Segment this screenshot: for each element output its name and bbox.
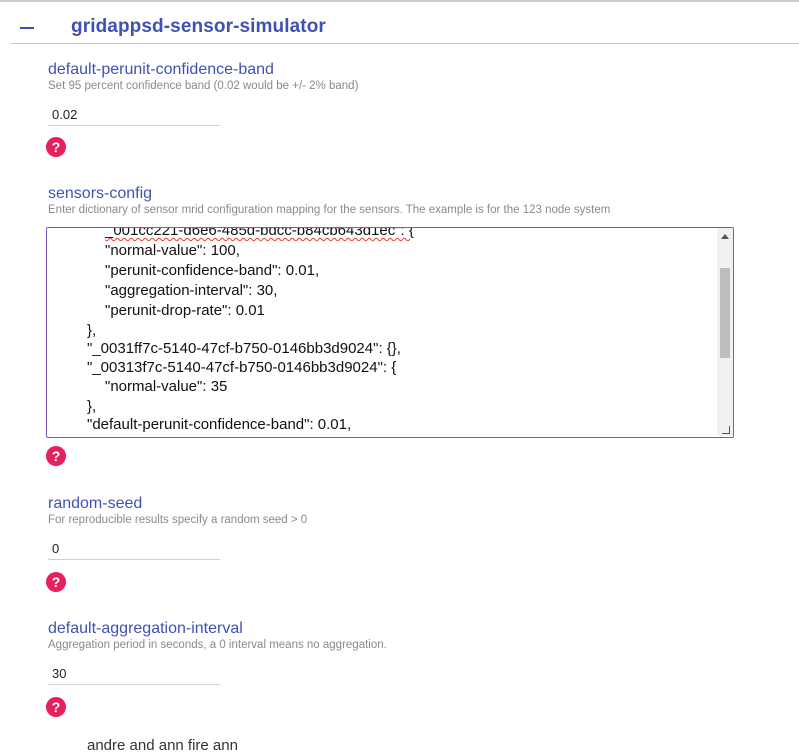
code-area[interactable]: _001cc221-d6e6-485d-bdcc-b84cb643d1ec": … (47, 228, 715, 436)
section-title: gridappsd-sensor-simulator (71, 16, 326, 37)
code-line: "perunit-confidence-band": 0.01, (105, 262, 320, 279)
field-label: random-seed (48, 495, 143, 512)
confidence-band-input[interactable] (48, 104, 220, 126)
scroll-thumb[interactable] (720, 268, 730, 358)
scroll-up-arrow-icon[interactable] (721, 234, 729, 239)
minus-icon (20, 27, 34, 29)
field-description: Aggregation period in seconds, a 0 inter… (48, 639, 387, 651)
top-border (0, 0, 799, 2)
field-confidence-band: default-perunit-confidence-band Set 95 p… (48, 61, 358, 93)
code-line: "normal-value": 100, (105, 242, 240, 259)
resize-grip-icon[interactable] (720, 424, 730, 434)
field-random-seed: random-seed For reproducible results spe… (48, 495, 307, 527)
code-line: }, (87, 398, 97, 415)
collapse-toggle[interactable] (14, 18, 42, 40)
code-line: "aggregation-interval": 30, (105, 282, 278, 299)
field-description: Set 95 percent confidence band (0.02 wou… (48, 80, 359, 92)
aggregation-interval-input[interactable] (48, 663, 220, 685)
code-line: "default-perunit-confidence-band": 0.01, (87, 416, 352, 433)
code-line: }, (87, 322, 97, 339)
section-header: gridappsd-sensor-simulator (0, 16, 799, 50)
field-aggregation-interval: default-aggregation-interval Aggregation… (48, 620, 387, 652)
next-field-label-fragment: andre and ann fire ann (87, 737, 238, 754)
help-icon[interactable]: ? (46, 697, 66, 717)
help-icon[interactable]: ? (46, 446, 66, 466)
field-sensors-config: sensors-config Enter dictionary of senso… (48, 185, 610, 217)
field-description: Enter dictionary of sensor mrid configur… (48, 204, 611, 216)
code-line: "_0031ff7c-5140-47cf-b750-0146bb3d9024":… (87, 340, 401, 357)
header-divider (11, 43, 799, 44)
random-seed-input[interactable] (48, 538, 220, 560)
sensors-config-textarea[interactable]: _001cc221-d6e6-485d-bdcc-b84cb643d1ec": … (46, 227, 734, 438)
code-line: "normal-value": 35 (105, 378, 228, 395)
field-label: default-aggregation-interval (48, 620, 243, 637)
code-line: "_00313f7c-5140-47cf-b750-0146bb3d9024":… (87, 359, 397, 376)
help-icon[interactable]: ? (46, 572, 66, 592)
field-description: For reproducible results specify a rando… (48, 514, 308, 526)
code-line: "perunit-drop-rate": 0.01 (105, 302, 265, 319)
field-label: sensors-config (48, 185, 153, 202)
help-icon[interactable]: ? (46, 137, 66, 157)
code-line: _001cc221-d6e6-485d-bdcc-b84cb643d1ec": … (105, 228, 414, 239)
textarea-scrollbar[interactable] (717, 228, 733, 436)
field-label: default-perunit-confidence-band (48, 61, 274, 78)
